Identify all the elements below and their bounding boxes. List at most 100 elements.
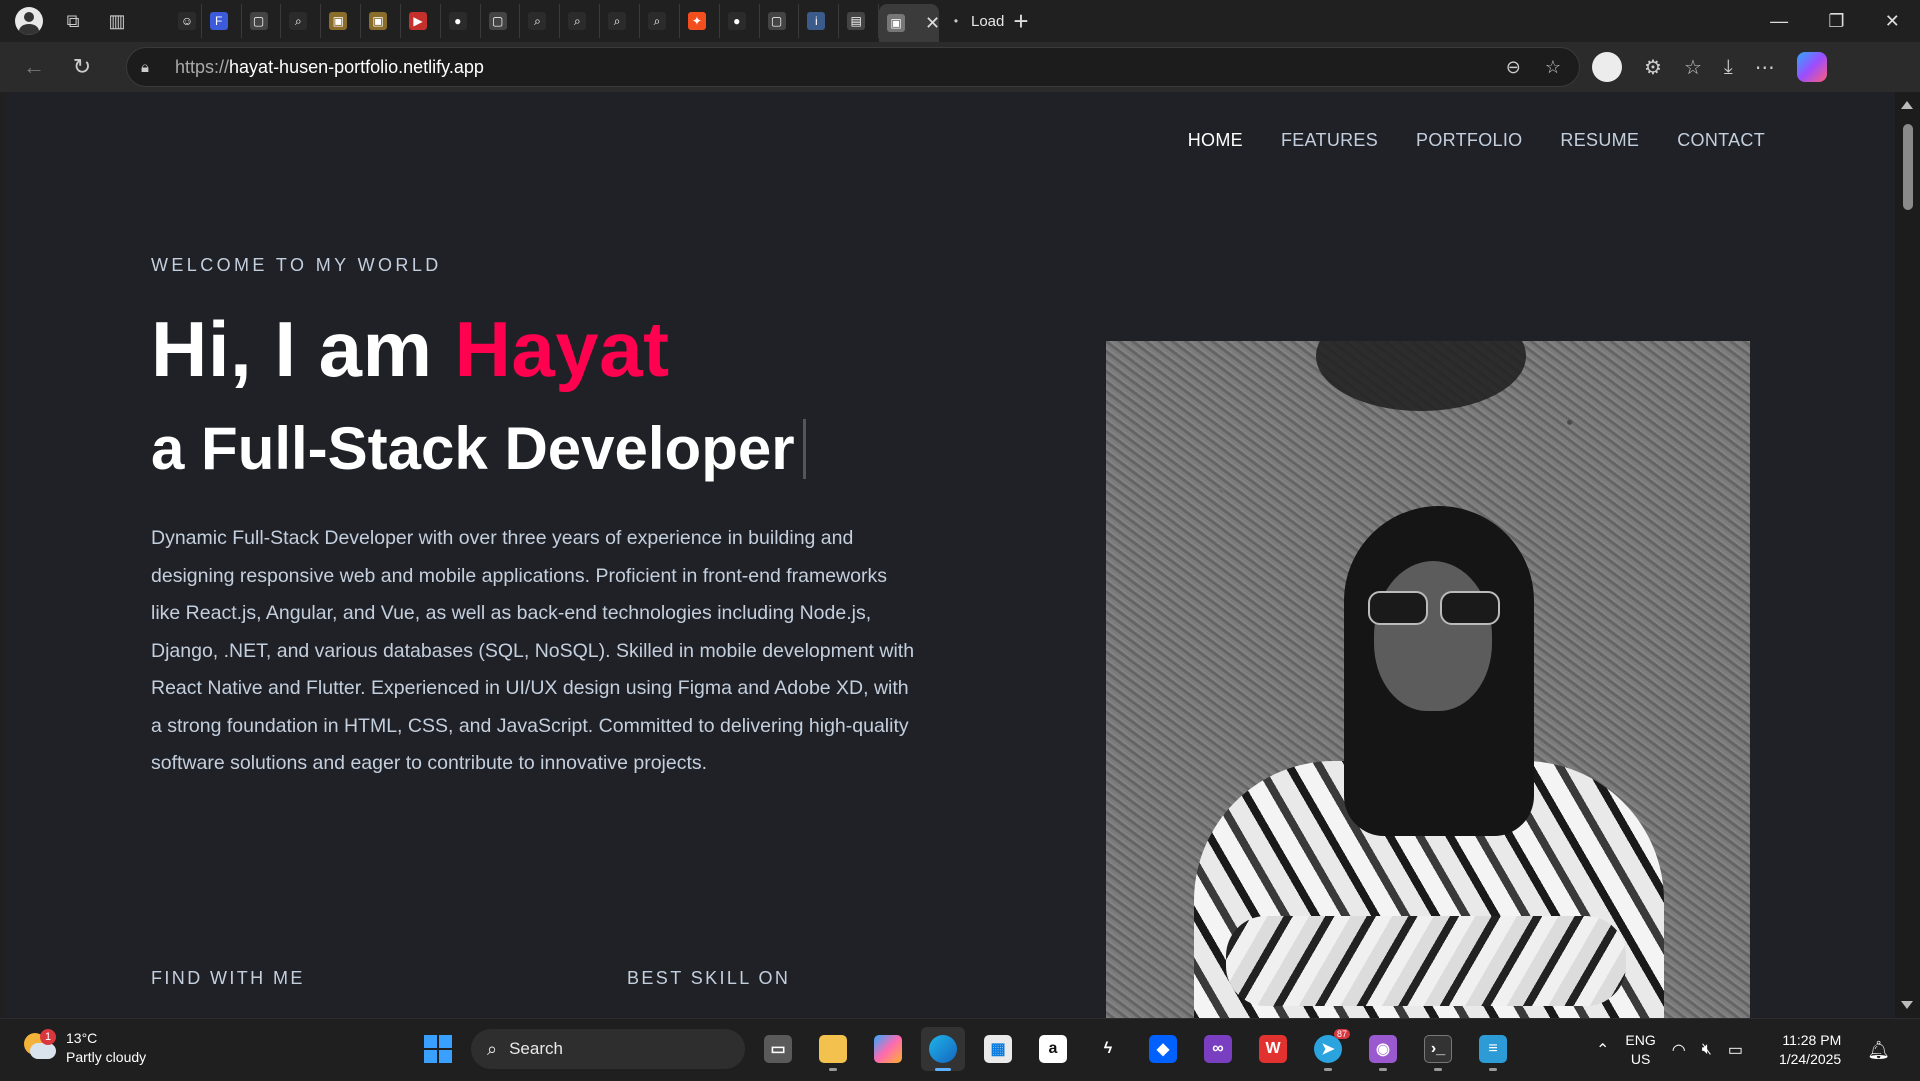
task-view-icon: ▭ bbox=[764, 1035, 792, 1063]
browser-tab[interactable]: ▣Rem bbox=[321, 4, 362, 38]
browser-tab[interactable]: ▣Uplo bbox=[361, 4, 401, 38]
minimize-button[interactable]: — bbox=[1770, 11, 1788, 32]
tab-active[interactable]: ▣ ✕ bbox=[879, 4, 940, 42]
system-tray: ⌃ ENG US ◠ 🔇︎ ▭ 11:28 PM 1/24/2025 🔔︎ bbox=[1596, 1019, 1890, 1081]
nav-link-contact[interactable]: CONTACT bbox=[1677, 130, 1765, 151]
edge-button[interactable] bbox=[921, 1027, 965, 1071]
browser-tab[interactable]: ⌕CHU bbox=[640, 4, 680, 38]
account-avatar[interactable] bbox=[1592, 52, 1622, 82]
copilot-app-button[interactable] bbox=[866, 1027, 910, 1071]
browser-tab[interactable]: ▶Com bbox=[401, 4, 441, 38]
amazon-button[interactable]: a bbox=[1031, 1027, 1075, 1071]
close-window-button[interactable]: ✕ bbox=[1885, 11, 1900, 32]
favorites-icon[interactable]: ☆ bbox=[1684, 55, 1702, 80]
cloud-shape bbox=[30, 1043, 56, 1059]
address-bar[interactable]: 🔒︎ https://hayat-husen-portfolio.netlify… bbox=[126, 47, 1580, 87]
tab-favicon-icon: ⌕ bbox=[528, 12, 547, 30]
browser-tab[interactable]: ▢1113 bbox=[242, 4, 282, 38]
telegram-icon: ➤ bbox=[1314, 1035, 1342, 1063]
volume-muted-icon[interactable]: 🔇︎ bbox=[1702, 1041, 1712, 1059]
streamline-button[interactable]: ϟ bbox=[1086, 1027, 1130, 1071]
back-arrow-icon: ← bbox=[23, 54, 45, 79]
downloads-icon[interactable]: ⤓ bbox=[1724, 56, 1733, 79]
battery-icon[interactable]: ▭ bbox=[1728, 1040, 1743, 1060]
browser-tab[interactable]: ⌕smo bbox=[600, 4, 640, 38]
nav-link-resume[interactable]: RESUME bbox=[1560, 130, 1639, 151]
tab-favicon-icon: ● bbox=[448, 12, 467, 30]
browser-tab[interactable]: ▢Hom bbox=[760, 4, 800, 38]
tab-label: Load bbox=[971, 12, 1005, 30]
clock-date: 1/24/2025 bbox=[1778, 1051, 1842, 1067]
vertical-tabs-button[interactable]: ▥ bbox=[98, 4, 136, 38]
address-bar-actions: ⊖ ☆ bbox=[1506, 57, 1561, 78]
app-purple-button[interactable]: ◉ bbox=[1361, 1027, 1405, 1071]
nav-link-portfolio[interactable]: PORTFOLIO bbox=[1416, 130, 1522, 151]
nav-link-home[interactable]: HOME bbox=[1188, 130, 1243, 151]
browser-tab[interactable]: i404 I bbox=[799, 4, 840, 38]
telegram-badge: 87 bbox=[1333, 1029, 1350, 1039]
profile-button[interactable] bbox=[10, 4, 48, 38]
photo-shadow bbox=[1316, 341, 1526, 411]
tab-favicon-icon: ▶ bbox=[408, 12, 427, 30]
window-controls: — ❐ ✕ bbox=[1750, 11, 1920, 32]
site-navigation: HOME FEATURES PORTFOLIO RESUME CONTACT bbox=[1188, 130, 1765, 151]
nav-link-features[interactable]: FEATURES bbox=[1281, 130, 1378, 151]
browser-tab[interactable]: ●New bbox=[720, 4, 760, 38]
tab-loading[interactable]: • Load bbox=[939, 4, 1005, 38]
scrollbar-thumb[interactable] bbox=[1903, 124, 1913, 210]
terminal-icon: ›_ bbox=[1424, 1035, 1452, 1063]
photo-face bbox=[1374, 561, 1492, 711]
clock[interactable]: 11:28 PM 1/24/2025 bbox=[1779, 1031, 1841, 1069]
loading-spinner-icon: • bbox=[953, 14, 959, 28]
task-view-button[interactable]: ▭ bbox=[756, 1027, 800, 1071]
notepad-button[interactable]: ≡ bbox=[1471, 1027, 1515, 1071]
favorite-star-icon[interactable]: ☆ bbox=[1545, 57, 1561, 78]
browser-tab[interactable]: ⌕smo bbox=[560, 4, 601, 38]
telegram-button[interactable]: ➤ 87 bbox=[1306, 1027, 1350, 1071]
restore-button[interactable]: ❐ bbox=[1828, 11, 1844, 32]
browser-tab[interactable]: ☺ bbox=[170, 4, 202, 38]
browser-tab[interactable]: ⌕remo bbox=[281, 4, 322, 38]
language-indicator[interactable]: ENG US bbox=[1625, 1031, 1655, 1069]
search-icon: ⌕ bbox=[487, 1038, 498, 1059]
chevron-up-icon[interactable]: ⌃ bbox=[1596, 1040, 1609, 1060]
visual-studio-button[interactable]: ∞ bbox=[1196, 1027, 1240, 1071]
taskbar-search[interactable]: ⌕ Search bbox=[471, 1029, 745, 1069]
weather-widget[interactable]: 1 13°C Partly cloudy bbox=[22, 1029, 146, 1067]
tab-close-icon[interactable]: ✕ bbox=[925, 13, 940, 34]
scroll-down-icon[interactable] bbox=[1901, 1001, 1913, 1009]
terminal-button[interactable]: ›_ bbox=[1416, 1027, 1460, 1071]
taskbar-apps: ⌕ Search ▭ ▦ a ϟ ◆ ∞ W ➤ 87 ◉ ›_ ≡ bbox=[416, 1027, 1515, 1071]
browser-tab[interactable]: ▤New bbox=[839, 4, 879, 38]
scroll-up-icon[interactable] bbox=[1901, 101, 1913, 109]
file-explorer-button[interactable] bbox=[811, 1027, 855, 1071]
copilot-icon[interactable] bbox=[1796, 52, 1827, 82]
wifi-icon[interactable]: ◠ bbox=[1672, 1040, 1686, 1060]
lock-icon[interactable]: 🔒︎ bbox=[141, 59, 159, 76]
wps-icon: W bbox=[1259, 1035, 1287, 1063]
new-tab-button[interactable]: + bbox=[1001, 6, 1041, 37]
more-options-icon[interactable]: ⋯ bbox=[1755, 55, 1775, 80]
notification-bell-icon[interactable]: 🔔︎ bbox=[1867, 1040, 1890, 1061]
store-button[interactable]: ▦ bbox=[976, 1027, 1020, 1071]
refresh-button[interactable]: ↻ bbox=[58, 47, 106, 87]
browser-tab[interactable]: ●must bbox=[441, 4, 481, 38]
page-scrollbar[interactable] bbox=[1895, 92, 1920, 1018]
extensions-icon[interactable]: ⚙ bbox=[1644, 55, 1662, 80]
back-button[interactable]: ← bbox=[10, 47, 58, 87]
browser-tab[interactable]: ✦Untit bbox=[680, 4, 720, 38]
windows-taskbar: 1 13°C Partly cloudy ⌕ Search ▭ ▦ a ϟ ◆ … bbox=[0, 1018, 1920, 1080]
store-icon: ▦ bbox=[984, 1035, 1012, 1063]
wps-office-button[interactable]: W bbox=[1251, 1027, 1295, 1071]
browser-tab[interactable]: ▢must bbox=[481, 4, 521, 38]
workspaces-button[interactable]: ⧉ bbox=[54, 4, 92, 38]
start-button[interactable] bbox=[416, 1027, 460, 1071]
dropbox-button[interactable]: ◆ bbox=[1141, 1027, 1185, 1071]
browser-tab[interactable]: ⌕smo bbox=[520, 4, 561, 38]
url-text[interactable]: https://hayat-husen-portfolio.netlify.ap… bbox=[175, 57, 484, 78]
browser-tab[interactable]: FSTRA bbox=[202, 4, 242, 38]
hero-heading: Hi, I am Hayat bbox=[151, 304, 670, 395]
reader-mode-icon[interactable]: ⊖ bbox=[1506, 57, 1521, 78]
url-scheme: https:// bbox=[175, 56, 230, 77]
portfolio-page: HOME FEATURES PORTFOLIO RESUME CONTACT WELCO… bbox=[5, 92, 1895, 1018]
